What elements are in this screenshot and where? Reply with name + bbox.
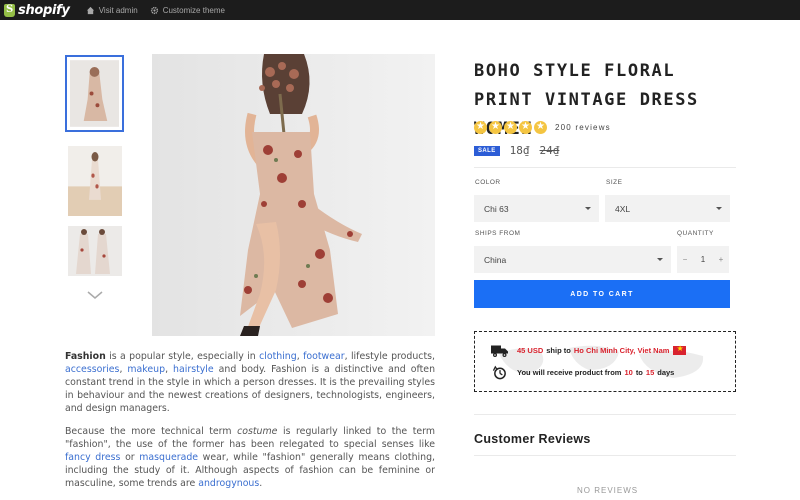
chevron-down-icon bbox=[657, 258, 663, 261]
star-icon bbox=[519, 120, 532, 134]
visit-admin-label: Visit admin bbox=[98, 5, 138, 15]
divider bbox=[474, 455, 736, 456]
delivery-truck-icon bbox=[491, 345, 508, 357]
thumbnail-2-image bbox=[68, 146, 122, 216]
fancy-dress-link[interactable]: fancy dress bbox=[65, 452, 120, 463]
quantity-stepper: − 1 + bbox=[677, 246, 729, 273]
size-label: SIZE bbox=[606, 179, 623, 186]
customer-reviews-title: Customer Reviews bbox=[474, 432, 591, 446]
quantity-label: QUANTITY bbox=[677, 230, 714, 237]
size-select-value: 4XL bbox=[615, 203, 631, 214]
product-description: Fashion is a popular style, especially i… bbox=[65, 350, 435, 490]
thumbnails-next-chevron-icon[interactable] bbox=[86, 289, 104, 301]
description-paragraph-1: Fashion is a popular style, especially i… bbox=[65, 350, 435, 415]
price-row: SALE 18₫ 24₫ bbox=[474, 144, 559, 157]
shipping-destination: Ho Chi Minh City, Viet Nam bbox=[573, 346, 670, 355]
chevron-down-icon bbox=[585, 207, 591, 210]
description-text: , lifestyle products, bbox=[344, 351, 435, 362]
footwear-link[interactable]: footwear bbox=[303, 351, 344, 362]
visit-admin-link[interactable]: Visit admin bbox=[86, 6, 138, 15]
thumbnail-2[interactable] bbox=[68, 146, 122, 216]
ships-from-value: China bbox=[484, 254, 507, 265]
description-paragraph-2: Because the more technical term costume … bbox=[65, 425, 435, 490]
star-icon bbox=[489, 120, 502, 134]
quantity-increase-button[interactable]: + bbox=[713, 246, 729, 273]
vietnam-flag-icon bbox=[673, 344, 687, 355]
description-text: Because the more technical term bbox=[65, 426, 238, 437]
color-label: COLOR bbox=[475, 179, 501, 186]
delivery-to-text: to bbox=[635, 368, 643, 377]
ships-from-select[interactable]: China bbox=[474, 246, 671, 273]
customize-theme-link[interactable]: Customize theme bbox=[150, 6, 225, 15]
divider bbox=[474, 414, 736, 415]
chevron-down-icon bbox=[716, 207, 722, 210]
androgynous-link[interactable]: androgynous bbox=[198, 478, 259, 489]
star-icon bbox=[534, 120, 547, 134]
delivery-prefix: You will receive product from bbox=[517, 368, 622, 377]
shipping-cost-row: 45 USD ship to Ho Chi Minh City, Viet Na… bbox=[491, 343, 687, 358]
delivery-timer-icon bbox=[492, 365, 506, 380]
main-product-image[interactable] bbox=[152, 54, 435, 336]
quantity-input[interactable]: 1 bbox=[693, 246, 713, 273]
divider bbox=[474, 167, 736, 168]
ship-to-text: ship to bbox=[546, 346, 571, 355]
hairstyle-link[interactable]: hairstyle bbox=[173, 364, 214, 375]
reviews-count[interactable]: 200 reviews bbox=[555, 123, 611, 132]
description-text: is a popular style, especially in bbox=[105, 351, 260, 362]
description-text: or bbox=[120, 452, 140, 463]
sale-badge: SALE bbox=[474, 145, 500, 156]
description-text: . bbox=[259, 478, 263, 489]
thumbnail-3[interactable] bbox=[68, 226, 122, 276]
home-icon bbox=[86, 6, 94, 14]
star-icon bbox=[474, 120, 487, 134]
masquerade-link[interactable]: masquerade bbox=[139, 452, 198, 463]
delivery-days-text: days bbox=[657, 368, 675, 377]
costume-term: costume bbox=[237, 426, 278, 437]
shipping-cost: 45 USD bbox=[517, 346, 544, 355]
makeup-link[interactable]: makeup bbox=[127, 364, 165, 375]
shipping-info-box: 45 USD ship to Ho Chi Minh City, Viet Na… bbox=[474, 331, 736, 392]
star-icon bbox=[504, 120, 517, 134]
thumbnail-3-image bbox=[68, 226, 122, 276]
add-to-cart-button[interactable]: ADD TO CART bbox=[474, 280, 730, 308]
accessories-link[interactable]: accessories bbox=[65, 364, 119, 375]
shopify-logo[interactable]: shopify bbox=[4, 3, 70, 18]
product-photo-illustration bbox=[152, 54, 435, 336]
fashion-term: Fashion bbox=[65, 351, 106, 362]
size-select[interactable]: 4XL bbox=[605, 195, 730, 222]
ships-from-label: SHIPS FROM bbox=[475, 230, 521, 237]
current-price: 18₫ bbox=[509, 144, 530, 157]
no-reviews-label: NO REVIEWS bbox=[577, 486, 639, 495]
color-select-value: Chi 63 bbox=[484, 203, 509, 214]
gear-icon bbox=[150, 6, 158, 14]
delivery-min-days: 10 bbox=[624, 368, 633, 377]
admin-bar: shopify Visit admin Customize theme bbox=[0, 0, 800, 20]
thumbnail-1[interactable] bbox=[65, 55, 124, 132]
quantity-decrease-button[interactable]: − bbox=[677, 246, 693, 273]
delivery-time-row: You will receive product from 10 to 15 d… bbox=[491, 365, 674, 380]
description-text: , bbox=[165, 364, 174, 375]
color-select[interactable]: Chi 63 bbox=[474, 195, 599, 222]
customize-theme-label: Customize theme bbox=[162, 5, 225, 15]
compare-at-price: 24₫ bbox=[539, 144, 560, 157]
product-rating[interactable]: 200 reviews bbox=[474, 120, 611, 134]
shopify-wordmark: shopify bbox=[18, 2, 70, 18]
thumbnail-1-image bbox=[70, 60, 119, 127]
clothing-link[interactable]: clothing bbox=[259, 351, 297, 362]
shopify-bag-icon bbox=[4, 3, 15, 17]
delivery-max-days: 15 bbox=[645, 368, 655, 377]
